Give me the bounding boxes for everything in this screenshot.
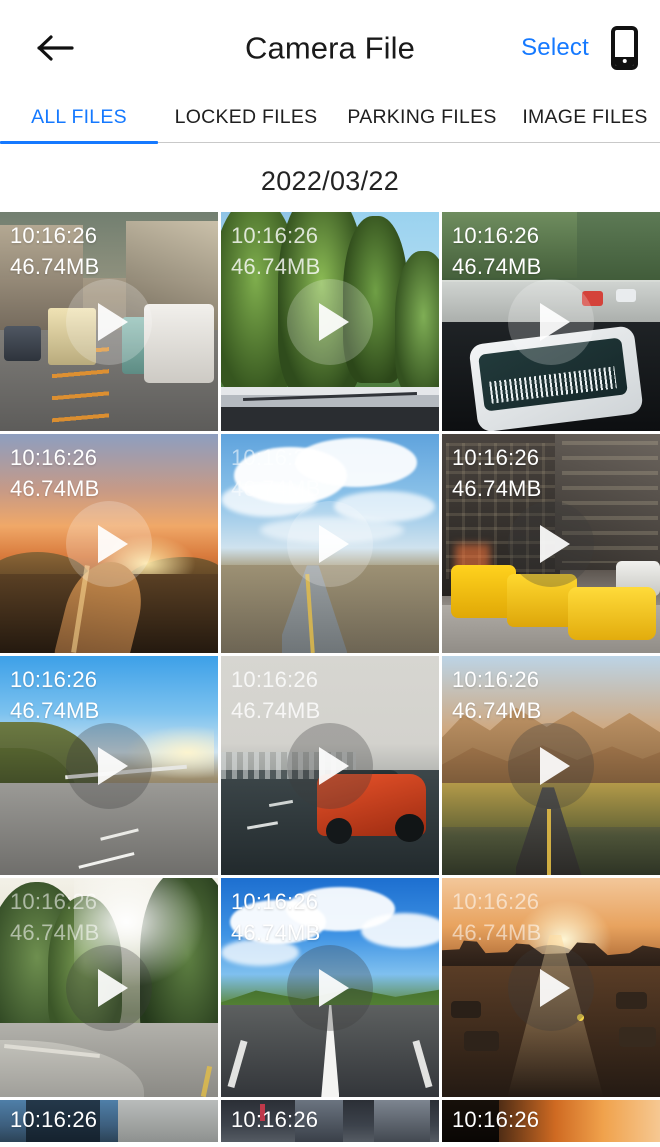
- tab-image-files[interactable]: IMAGE FILES: [510, 107, 660, 128]
- thumbnail-image: [0, 656, 218, 875]
- thumbnail-image: [442, 212, 660, 431]
- tab-bar: ALL FILES LOCKED FILES PARKING FILES IMA…: [0, 95, 660, 150]
- file-thumbnail[interactable]: 10:16:26 46.74MB: [442, 212, 660, 431]
- thumbnail-image: [221, 1100, 439, 1142]
- date-section-header: 2022/03/22: [0, 150, 660, 212]
- app-header: Camera File Select: [0, 0, 660, 95]
- file-thumbnail[interactable]: 10:16:26 46.74MB: [442, 656, 660, 875]
- date-label: 2022/03/22: [260, 165, 400, 196]
- tab-all-files[interactable]: ALL FILES: [0, 107, 158, 128]
- thumbnail-image: [0, 434, 218, 653]
- file-thumbnail[interactable]: 10:16:26: [0, 1100, 218, 1142]
- file-thumbnail[interactable]: 10:16:26 46.74MB: [221, 212, 439, 431]
- phone-icon[interactable]: [611, 25, 638, 70]
- thumbnail-image: [221, 878, 439, 1097]
- select-button[interactable]: Select: [521, 35, 589, 60]
- thumbnail-image: [0, 878, 218, 1097]
- file-thumbnail[interactable]: 10:16:26 46.74MB: [0, 878, 218, 1097]
- thumbnail-image: [0, 1100, 218, 1142]
- tab-parking-files[interactable]: PARKING FILES: [334, 107, 510, 128]
- file-thumbnail[interactable]: 10:16:26 46.74MB: [0, 434, 218, 653]
- file-thumbnail[interactable]: 10:16:26 46.74MB: [442, 434, 660, 653]
- thumbnail-image: [442, 656, 660, 875]
- thumbnail-image: [221, 212, 439, 431]
- file-thumbnail[interactable]: 10:16:26 46.74MB: [0, 656, 218, 875]
- file-thumbnail[interactable]: 10:16:26 46.74MB: [221, 656, 439, 875]
- file-thumbnail[interactable]: 10:16:26 46.74MB: [442, 878, 660, 1097]
- thumbnail-image: [442, 878, 660, 1097]
- tab-active-indicator: [0, 140, 158, 144]
- thumbnail-image: [221, 434, 439, 653]
- file-thumbnail[interactable]: 10:16:26: [221, 1100, 439, 1142]
- thumbnail-image: [0, 212, 218, 431]
- header-actions: Select: [521, 25, 638, 70]
- file-thumbnail[interactable]: 10:16:26: [442, 1100, 660, 1142]
- tab-locked-files[interactable]: LOCKED FILES: [158, 107, 334, 128]
- file-thumbnail[interactable]: 10:16:26 46.74MB: [0, 212, 218, 431]
- thumbnail-image: [221, 656, 439, 875]
- thumbnail-image: [442, 434, 660, 653]
- file-thumbnail[interactable]: 10:16:26 46.74MB: [221, 878, 439, 1097]
- file-grid: 10:16:26 46.74MB 10:16:26 46.74MB 10:16:…: [0, 212, 660, 1142]
- camera-file-screen: Camera File Select ALL FILES LOCKED FILE…: [0, 0, 660, 1147]
- thumbnail-image: [442, 1100, 660, 1142]
- file-thumbnail[interactable]: 10:16:26 46.74MB: [221, 434, 439, 653]
- tabs-row: ALL FILES LOCKED FILES PARKING FILES IMA…: [0, 95, 660, 140]
